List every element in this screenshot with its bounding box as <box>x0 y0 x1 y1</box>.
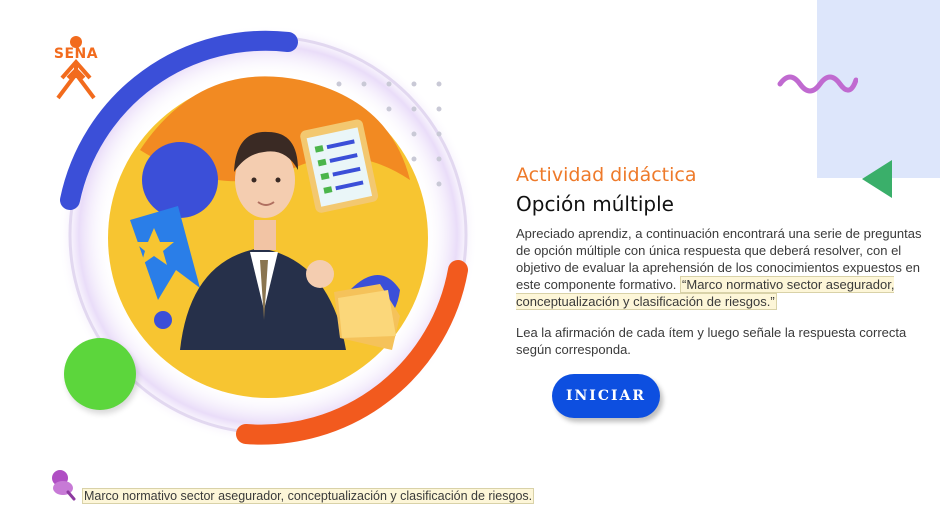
start-button[interactable]: INICIAR <box>552 374 660 418</box>
decorative-green-circle <box>64 338 136 410</box>
instruction-paragraph: Lea la afirmación de cada ítem y luego s… <box>516 325 907 357</box>
activity-kicker: Actividad didáctica <box>516 164 697 186</box>
intro-paragraph: Apreciado aprendiz, a continuación encon… <box>516 225 928 310</box>
disc-blue-shape <box>142 142 218 218</box>
dot-grid <box>336 80 446 190</box>
footer-caption: Marco normativo sector asegurador, conce… <box>48 468 648 508</box>
disc-blue-dot <box>154 311 172 329</box>
footer-caption-text: Marco normativo sector asegurador, conce… <box>82 488 535 504</box>
wave-icon <box>776 70 859 100</box>
activity-intro: Actividad didáctica Opción múltiple Apre… <box>516 163 928 358</box>
pin-icon <box>52 470 76 501</box>
page-title: Opción múltiple <box>516 192 674 216</box>
